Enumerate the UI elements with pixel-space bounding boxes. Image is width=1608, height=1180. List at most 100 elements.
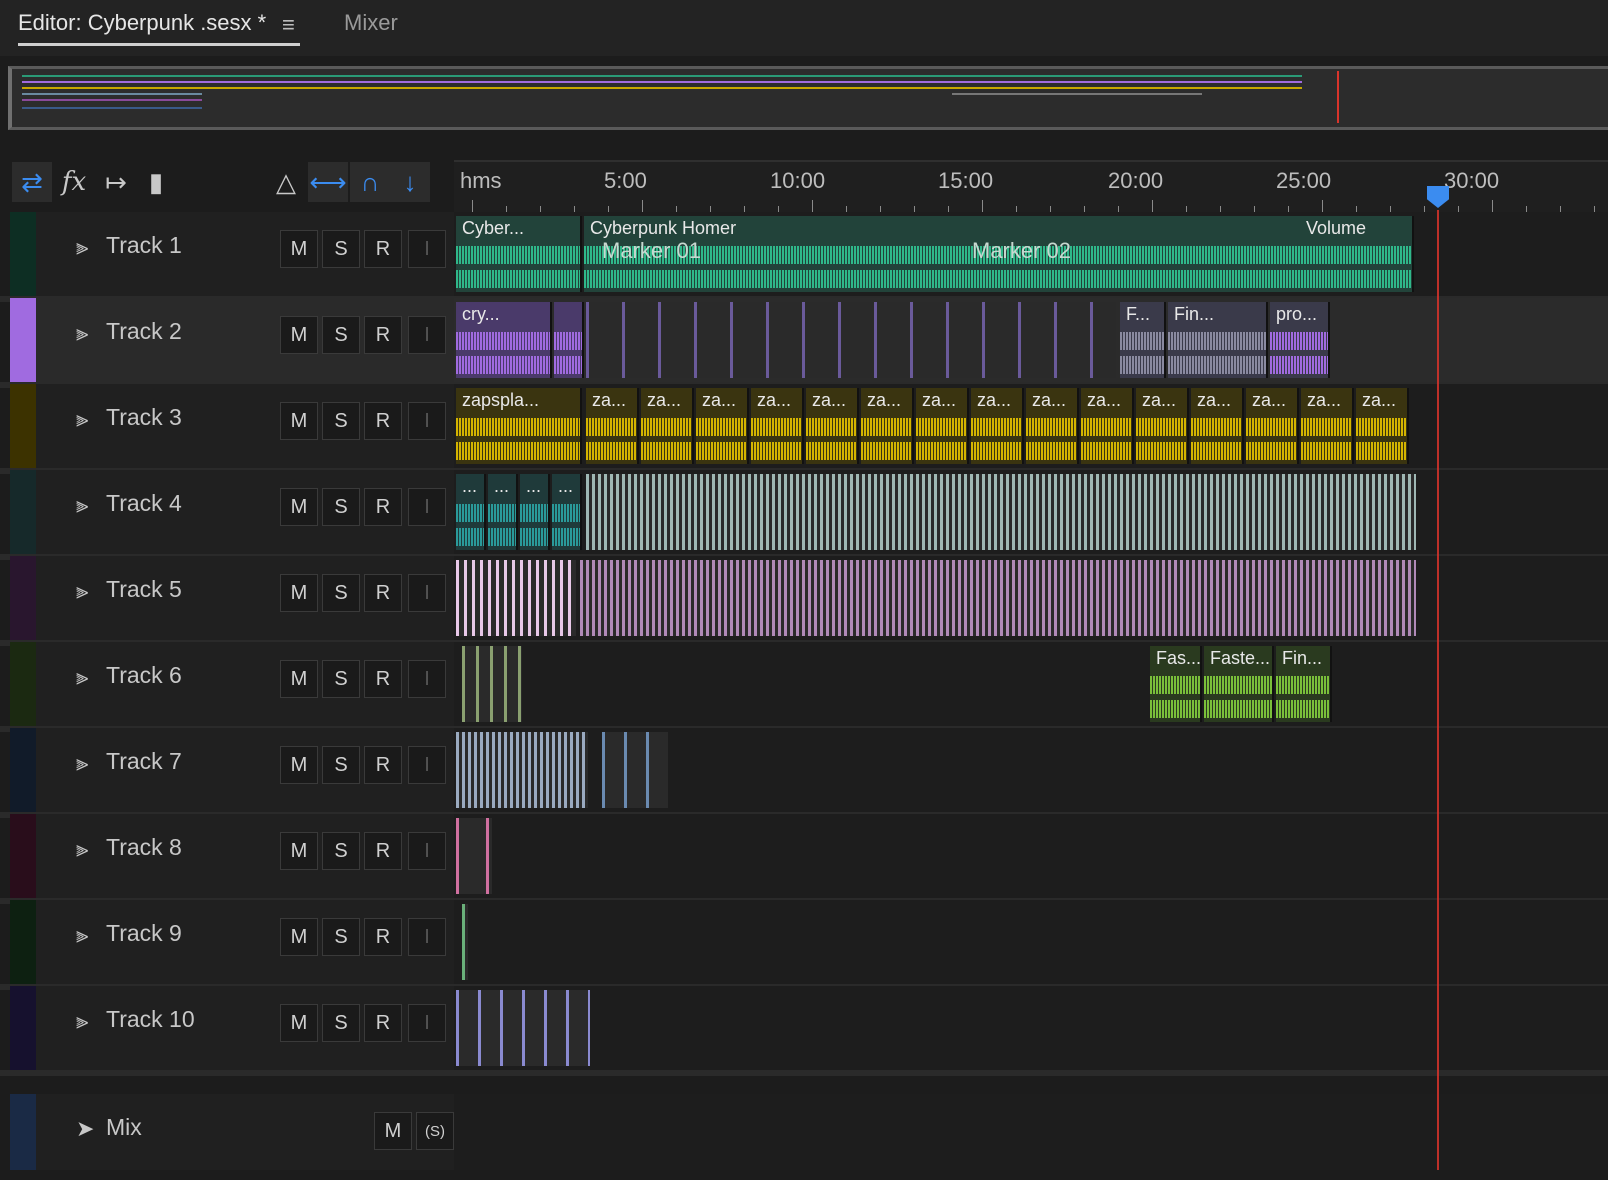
mute-button[interactable]: M <box>280 660 318 698</box>
record-arm-button[interactable]: R <box>364 316 402 354</box>
marker-pin-icon[interactable]: ↓ <box>390 162 430 202</box>
audio-clip[interactable]: za... <box>1356 388 1409 464</box>
record-arm-button[interactable]: R <box>364 660 402 698</box>
audio-clip[interactable]: Fin... <box>1168 302 1268 378</box>
audio-clip[interactable]: Cyber... <box>456 216 582 292</box>
audio-clip[interactable]: Fas... <box>1150 646 1202 722</box>
audio-clip[interactable]: za... <box>971 388 1024 464</box>
input-monitor-button[interactable]: I <box>408 918 446 956</box>
mute-button[interactable]: M <box>280 918 318 956</box>
input-monitor-button[interactable]: I <box>408 832 446 870</box>
audio-clip[interactable]: za... <box>1081 388 1134 464</box>
mute-button[interactable]: M <box>280 230 318 268</box>
audio-clip[interactable]: pro... <box>1270 302 1330 378</box>
solo-button[interactable]: (S) <box>416 1112 454 1150</box>
track-name[interactable]: Track 5 <box>106 576 182 603</box>
solo-button[interactable]: S <box>322 574 360 612</box>
mute-button[interactable]: M <box>280 402 318 440</box>
audio-clip[interactable]: za... <box>861 388 914 464</box>
track-separator[interactable] <box>0 1070 1608 1076</box>
audio-clip[interactable]: zapspla... <box>456 388 582 464</box>
audio-clip-group[interactable] <box>462 904 468 980</box>
solo-button[interactable]: S <box>322 402 360 440</box>
audio-clip[interactable]: za... <box>1026 388 1079 464</box>
track-name[interactable]: Track 7 <box>106 748 182 775</box>
record-arm-button[interactable]: R <box>364 832 402 870</box>
track-color-stripe[interactable] <box>10 470 36 554</box>
track-name[interactable]: Track 3 <box>106 404 182 431</box>
track-color-stripe[interactable] <box>10 900 36 984</box>
input-monitor-button[interactable]: I <box>408 402 446 440</box>
audio-clip[interactable]: Faste... <box>1204 646 1274 722</box>
volume-envelope-label[interactable]: Volume <box>1306 218 1366 239</box>
track-color-stripe[interactable] <box>10 642 36 726</box>
track-lane[interactable]: Fas... Faste... Fin... <box>454 642 1608 726</box>
solo-button[interactable]: S <box>322 832 360 870</box>
audio-clip[interactable]: za... <box>806 388 859 464</box>
send-icon[interactable]: ↦ <box>96 162 136 202</box>
audio-clip[interactable]: ... <box>456 474 486 550</box>
mute-button[interactable]: M <box>280 832 318 870</box>
track-lane[interactable]: cry... F... Fin... pro... <box>454 298 1608 382</box>
audio-clip-group[interactable] <box>586 474 1416 550</box>
mute-button[interactable]: M <box>280 316 318 354</box>
swap-arrows-icon[interactable]: ⇄ <box>12 162 52 202</box>
audio-clip[interactable]: Fin... <box>1276 646 1332 722</box>
audio-clip[interactable]: za... <box>1191 388 1244 464</box>
track-lane[interactable]: ............ <box>454 470 1608 554</box>
record-arm-button[interactable]: R <box>364 574 402 612</box>
audio-clip[interactable]: za... <box>696 388 749 464</box>
record-arm-button[interactable]: R <box>364 918 402 956</box>
track-name[interactable]: Track 6 <box>106 662 182 689</box>
marker-label[interactable]: Marker 01 <box>602 238 701 264</box>
audio-clip-group[interactable] <box>456 732 588 808</box>
track-name[interactable]: Track 9 <box>106 920 182 947</box>
audio-clip[interactable]: za... <box>1246 388 1299 464</box>
track-color-stripe[interactable] <box>10 298 36 382</box>
solo-button[interactable]: S <box>322 660 360 698</box>
audio-clip-group[interactable] <box>586 302 1116 378</box>
fx-icon[interactable]: fx <box>54 162 94 202</box>
solo-button[interactable]: S <box>322 230 360 268</box>
audio-clip[interactable]: za... <box>1301 388 1354 464</box>
input-monitor-button[interactable]: I <box>408 316 446 354</box>
record-arm-button[interactable]: R <box>364 488 402 526</box>
audio-clip[interactable]: ... <box>552 474 582 550</box>
audio-clip-group[interactable] <box>462 646 522 722</box>
audio-clip-group[interactable] <box>456 818 492 894</box>
record-arm-button[interactable]: R <box>364 746 402 784</box>
audio-clip[interactable]: za... <box>1136 388 1189 464</box>
audio-clip-group[interactable] <box>580 560 1416 636</box>
mute-button[interactable]: M <box>280 746 318 784</box>
track-lane[interactable] <box>454 556 1608 640</box>
record-arm-button[interactable]: R <box>364 230 402 268</box>
track-lane[interactable]: zapspla... za... za... za... za... za... za...… <box>454 384 1608 468</box>
input-monitor-button[interactable]: I <box>408 1004 446 1042</box>
record-arm-button[interactable]: R <box>364 402 402 440</box>
input-monitor-button[interactable]: I <box>408 746 446 784</box>
tab-mixer[interactable]: Mixer <box>344 10 398 36</box>
audio-clip[interactable] <box>554 302 584 378</box>
mute-button[interactable]: M <box>280 1004 318 1042</box>
audio-clip-group[interactable] <box>456 990 590 1066</box>
track-color-stripe[interactable] <box>10 728 36 812</box>
audio-clip[interactable]: ... <box>488 474 518 550</box>
solo-button[interactable]: S <box>322 918 360 956</box>
track-lane[interactable]: Cyber... Cyberpunk Homer Volume Marker 01 Ma… <box>454 212 1608 296</box>
audio-clip[interactable]: ... <box>520 474 550 550</box>
track-lane[interactable] <box>454 900 1608 984</box>
track-lane[interactable] <box>454 986 1608 1070</box>
track-color-stripe[interactable] <box>10 212 36 296</box>
track-name[interactable]: Track 2 <box>106 318 182 345</box>
audio-clip[interactable]: za... <box>916 388 969 464</box>
input-monitor-button[interactable]: I <box>408 230 446 268</box>
solo-button[interactable]: S <box>322 488 360 526</box>
track-name[interactable]: Track 4 <box>106 490 182 517</box>
time-select-icon[interactable]: ⟷ <box>308 162 348 202</box>
snap-magnet-icon[interactable]: ∩ <box>350 162 390 202</box>
session-overview[interactable] <box>8 66 1608 130</box>
audio-clip[interactable]: za... <box>586 388 639 464</box>
audio-clip-group[interactable] <box>602 732 668 808</box>
audio-clip[interactable]: za... <box>641 388 694 464</box>
input-monitor-button[interactable]: I <box>408 574 446 612</box>
